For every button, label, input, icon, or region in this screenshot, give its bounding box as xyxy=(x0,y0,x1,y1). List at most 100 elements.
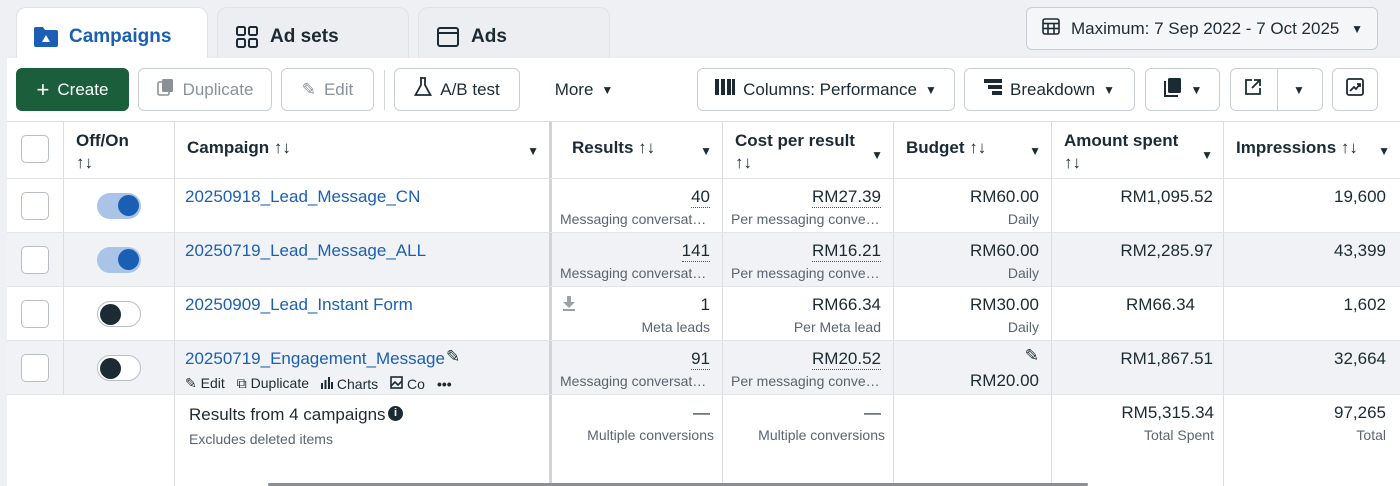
image-icon xyxy=(390,375,407,392)
amount-spent-cell: RM66.34 xyxy=(1052,287,1224,340)
chevron-down-icon[interactable]: ▼ xyxy=(700,144,712,158)
pencil-icon[interactable]: ✎ xyxy=(446,347,460,367)
date-range-picker[interactable]: Maximum: 7 Sep 2022 - 7 Oct 2025 ▼ xyxy=(1026,7,1378,50)
edit-button[interactable]: ✎ Edit xyxy=(281,68,374,111)
budget-type: Daily xyxy=(1007,319,1039,335)
header-off-on[interactable]: Off/On ↑↓ xyxy=(64,122,175,178)
header-cost-per-result[interactable]: Cost per result ↑↓ ▼ xyxy=(723,122,894,178)
amount-spent-value: RM2,285.97 xyxy=(1120,241,1213,260)
budget-value: RM60.00 xyxy=(970,187,1039,206)
chevron-down-icon[interactable]: ▼ xyxy=(1378,144,1390,158)
split-divider xyxy=(1277,69,1278,110)
campaign-name-cell: 20250719_Lead_Message_ALL xyxy=(175,233,552,286)
pencil-icon[interactable]: ✎ xyxy=(1025,346,1039,366)
row-checkbox[interactable] xyxy=(21,246,49,274)
table-row[interactable]: 20250909_Lead_Instant Form 1 Meta leads … xyxy=(7,286,1400,340)
impressions-cell: 32,664 xyxy=(1224,341,1400,394)
duplicate-label: Duplicate xyxy=(182,79,254,99)
table-row[interactable]: 20250719_Engagement_Message ✎ ✎ Edit ⧉ D… xyxy=(7,340,1400,394)
sort-icon: ↑↓ xyxy=(273,138,291,157)
header-impressions[interactable]: Impressions ↑↓ ▼ xyxy=(1224,122,1400,178)
toolbar: + Create Duplicate ✎ Edit A/B test More … xyxy=(7,58,1400,121)
budget-type: Daily xyxy=(1007,211,1039,227)
header-select-all xyxy=(7,122,64,178)
budget-type: Daily xyxy=(1007,265,1039,281)
chevron-down-icon[interactable]: ▼ xyxy=(527,144,539,158)
results-value[interactable]: 141 xyxy=(681,241,710,262)
export-button[interactable]: ▼ xyxy=(1230,68,1323,111)
create-button[interactable]: + Create xyxy=(16,68,129,111)
columns-button[interactable]: Columns: Performance ▼ xyxy=(697,68,955,111)
row-checkbox[interactable] xyxy=(21,300,49,328)
header-campaign[interactable]: Campaign ↑↓ ▼ xyxy=(175,122,552,178)
ab-test-button[interactable]: A/B test xyxy=(394,68,520,111)
cost-value[interactable]: RM16.21 xyxy=(812,241,881,262)
row-compare-action[interactable]: Co xyxy=(390,376,425,392)
chevron-down-icon[interactable]: ▼ xyxy=(871,144,883,166)
download-icon[interactable] xyxy=(562,295,576,316)
calendar-icon xyxy=(1041,16,1061,41)
view-charts-button[interactable] xyxy=(1332,68,1378,111)
campaign-name-link[interactable]: 20250719_Engagement_Message xyxy=(185,349,445,369)
amount-spent-value: RM66.34 xyxy=(1126,295,1195,314)
cost-cell: RM20.52 Per messaging conve… xyxy=(723,341,894,394)
row-duplicate-action[interactable]: ⧉ Duplicate xyxy=(237,375,309,392)
row-checkbox[interactable] xyxy=(21,354,49,382)
row-edit-action[interactable]: ✎ Edit xyxy=(185,375,225,392)
budget-cell: RM60.00 Daily xyxy=(894,179,1052,232)
cost-value[interactable]: RM27.39 xyxy=(812,187,881,208)
budget-cell: RM60.00 Daily xyxy=(894,233,1052,286)
row-charts-action[interactable]: Charts xyxy=(321,376,378,392)
campaign-toggle[interactable] xyxy=(97,301,141,327)
edit-label: Edit xyxy=(323,79,354,99)
tab-ad-sets[interactable]: Ad sets xyxy=(217,7,409,65)
header-results[interactable]: Results ↑↓ ▼ xyxy=(552,122,723,178)
results-type: Meta leads xyxy=(641,319,710,335)
results-value[interactable]: 91 xyxy=(691,349,710,370)
budget-value: RM30.00 xyxy=(970,295,1039,314)
campaign-name-link[interactable]: 20250719_Lead_Message_ALL xyxy=(185,241,426,261)
header-budget[interactable]: Budget ↑↓ ▼ xyxy=(894,122,1052,178)
table-row[interactable]: 20250719_Lead_Message_ALL 141 Messaging … xyxy=(7,232,1400,286)
campaign-toggle[interactable] xyxy=(97,247,141,273)
chevron-down-icon[interactable]: ▼ xyxy=(1029,144,1041,158)
results-type: Messaging conversat… xyxy=(560,211,707,227)
cost-value[interactable]: RM20.52 xyxy=(812,349,881,370)
table-row[interactable]: 20250918_Lead_Message_CN 40 Messaging co… xyxy=(7,178,1400,232)
summary-results-value: — xyxy=(693,403,710,422)
summary-results-cell: — Multiple conversions xyxy=(552,395,723,486)
reports-icon xyxy=(1163,77,1183,102)
select-all-checkbox[interactable] xyxy=(21,135,49,163)
duplicate-button[interactable]: Duplicate xyxy=(138,68,272,111)
header-amount-spent[interactable]: Amount spent ↑↓ ▼ xyxy=(1052,122,1224,178)
campaign-toggle[interactable] xyxy=(97,193,141,219)
budget-value: RM20.00 xyxy=(970,371,1039,390)
chevron-down-icon[interactable]: ▼ xyxy=(1201,144,1213,166)
campaign-name-link[interactable]: 20250918_Lead_Message_CN xyxy=(185,187,420,207)
row-checkbox[interactable] xyxy=(21,192,49,220)
toggle-knob xyxy=(118,249,139,270)
campaign-toggle[interactable] xyxy=(97,355,141,381)
campaign-name-cell: 20250909_Lead_Instant Form xyxy=(175,287,552,340)
sort-icon: ↑↓ xyxy=(76,153,93,172)
breakdown-button[interactable]: Breakdown ▼ xyxy=(964,68,1135,111)
pencil-icon: ✎ xyxy=(185,375,197,391)
summary-cost-value: — xyxy=(864,403,881,422)
row-duplicate-label: Duplicate xyxy=(250,375,310,391)
chevron-down-icon[interactable]: ▼ xyxy=(1293,83,1305,97)
results-value[interactable]: 40 xyxy=(691,187,710,208)
reports-button[interactable]: ▼ xyxy=(1145,68,1220,111)
row-select-cell xyxy=(7,233,64,286)
tab-campaigns[interactable]: Campaigns xyxy=(16,7,208,65)
off-on-label: Off/On xyxy=(76,131,129,150)
more-options-icon[interactable]: ••• xyxy=(437,376,452,392)
info-icon[interactable]: i xyxy=(388,406,403,421)
impressions-label: Impressions xyxy=(1236,138,1337,157)
amount-spent-cell: RM1,095.52 xyxy=(1052,179,1224,232)
more-button[interactable]: More ▼ xyxy=(531,68,637,111)
sort-icon: ↑↓ xyxy=(735,153,752,172)
cost-cell: RM27.39 Per messaging conve… xyxy=(723,179,894,232)
columns-icon xyxy=(715,79,736,100)
campaign-name-link[interactable]: 20250909_Lead_Instant Form xyxy=(185,295,413,315)
tab-ads[interactable]: Ads xyxy=(418,7,610,65)
